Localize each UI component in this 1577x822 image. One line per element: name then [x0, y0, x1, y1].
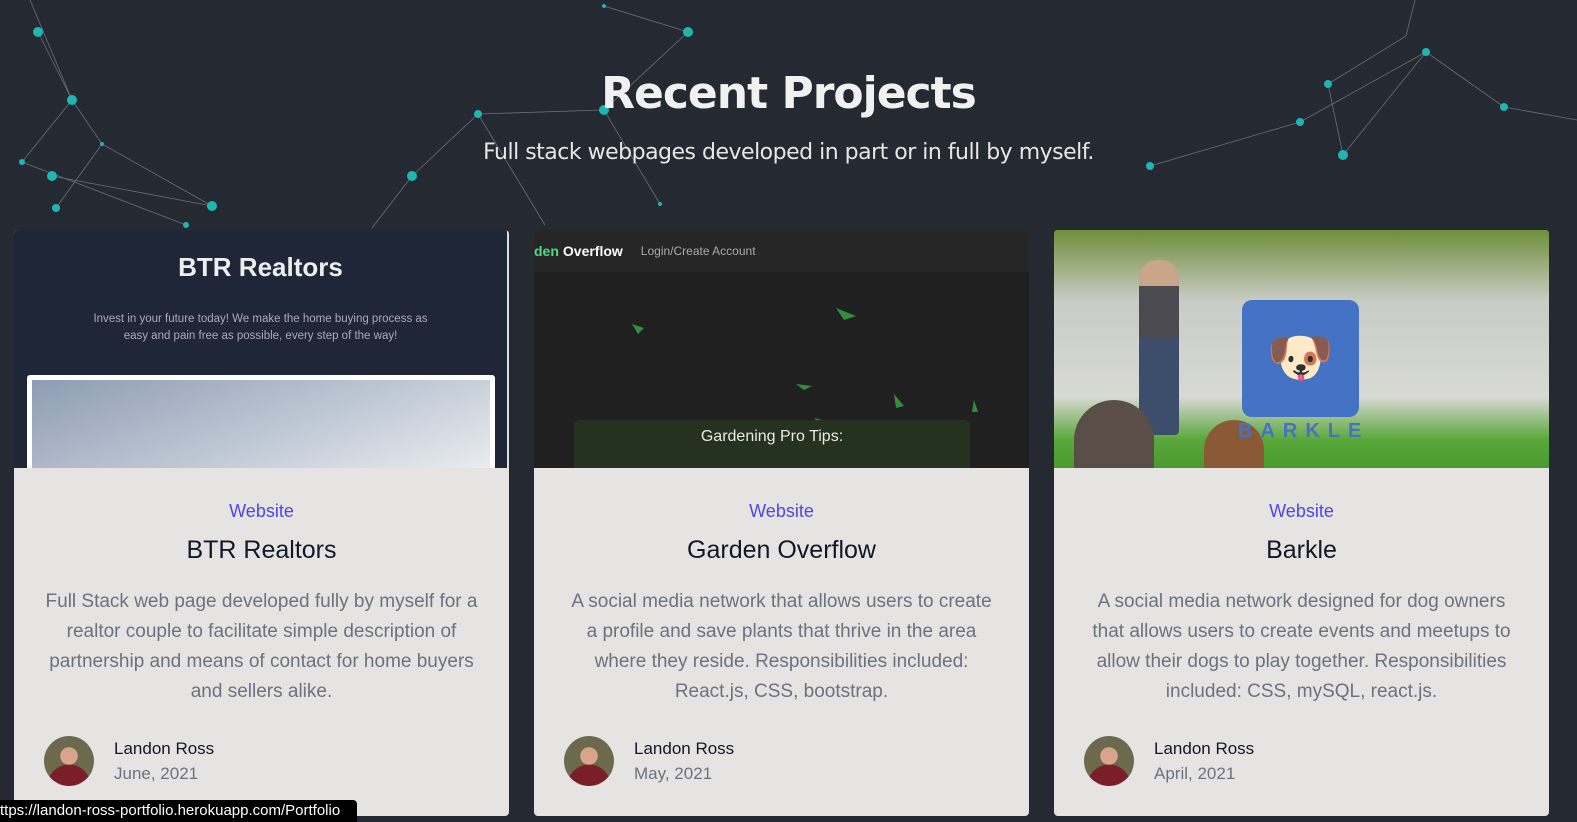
avatar [564, 736, 614, 786]
project-thumbnail[interactable]: BTR Realtors Invest in your future today… [14, 230, 509, 468]
thumb-photo [27, 375, 495, 468]
project-thumbnail[interactable]: den Overflow Login/Create Account Garden… [534, 230, 1029, 468]
project-thumbnail[interactable]: 🐶 BARKLE [1054, 230, 1549, 468]
project-description: Full Stack web page developed fully by m… [45, 591, 478, 702]
project-card-btr-realtors[interactable]: BTR Realtors Invest in your future today… [14, 230, 509, 816]
thumb-text: Invest in your future today! We make the… [93, 313, 428, 342]
section-title: Recent Projects [601, 68, 977, 119]
thumb-box-label: Gardening Pro Tips: [700, 428, 844, 445]
project-date: June, 2021 [114, 763, 199, 783]
author: Landon Ross April, 2021 [1084, 736, 1254, 786]
author: Landon Ross June, 2021 [44, 736, 214, 786]
section-subtitle: Full stack webpages developed in part or… [483, 140, 1094, 165]
person-photo [1139, 260, 1179, 435]
project-description: A social media network designed for dog … [1092, 591, 1511, 702]
project-category[interactable]: Website [14, 501, 509, 522]
project-category[interactable]: Website [1054, 501, 1549, 522]
link-status-bar: ttps://landon-ross-portfolio.herokuapp.c… [0, 800, 357, 822]
avatar [1084, 736, 1134, 786]
author-name: Landon Ross [114, 738, 215, 758]
barkle-logo: 🐶 [1242, 300, 1359, 417]
project-card-garden-overflow[interactable]: den Overflow Login/Create Account Garden… [534, 230, 1029, 816]
project-card-barkle[interactable]: 🐶 BARKLE Website Barkle A social media n… [1054, 230, 1549, 816]
project-date: April, 2021 [1154, 763, 1236, 783]
project-category[interactable]: Website [534, 501, 1029, 522]
thumb-brand-white: Overflow [562, 243, 623, 259]
project-date: May, 2021 [634, 763, 713, 783]
avatar [44, 736, 94, 786]
project-name[interactable]: Garden Overflow [534, 536, 1029, 565]
barkle-logo-text: BARKLE [1238, 420, 1370, 442]
thumb-brand-green: den [534, 243, 559, 259]
thumb-nav: Login/Create Account [640, 244, 756, 258]
author-name: Landon Ross [634, 738, 735, 758]
thumb-heading: BTR Realtors [178, 252, 343, 282]
project-name[interactable]: Barkle [1054, 536, 1549, 565]
author-name: Landon Ross [1154, 738, 1255, 758]
thumb-box: Gardening Pro Tips: [574, 420, 970, 468]
project-description: A social media network that allows users… [571, 591, 992, 702]
project-name[interactable]: BTR Realtors [14, 536, 509, 565]
author: Landon Ross May, 2021 [564, 736, 734, 786]
